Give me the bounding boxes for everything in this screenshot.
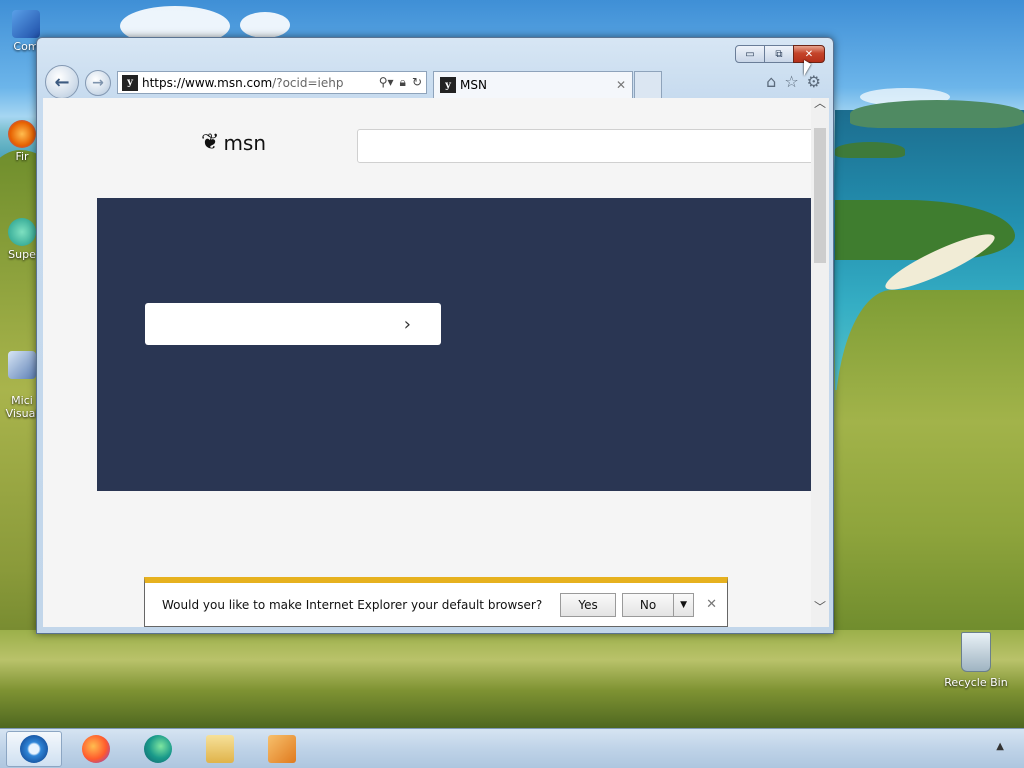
taskbar-firefox[interactable]	[68, 731, 124, 767]
home-icon[interactable]: ⌂	[766, 72, 776, 91]
super-icon	[8, 218, 36, 246]
minimize-button[interactable]: ▭	[735, 45, 765, 63]
taskbar-internet-explorer[interactable]	[6, 731, 62, 767]
folder-icon	[206, 735, 234, 763]
taskbar-edge[interactable]	[130, 731, 186, 767]
visual-studio-icon	[8, 351, 36, 379]
back-arrow-icon: ←	[54, 71, 70, 93]
recycle-bin-icon	[961, 632, 991, 672]
firefox-icon	[8, 120, 36, 148]
tab-msn[interactable]: y MSN ✕	[433, 71, 633, 98]
back-button[interactable]: ←	[45, 65, 79, 99]
desktop-icon-label: Mici Visual	[5, 394, 39, 420]
computer-icon	[12, 10, 40, 38]
chevron-right-icon: ›	[403, 313, 411, 335]
msn-logo-text: msn	[223, 130, 267, 155]
search-input[interactable]	[357, 129, 811, 163]
taskbar-media-player[interactable]	[254, 731, 310, 767]
default-browser-notification: Would you like to make Internet Explorer…	[144, 577, 728, 627]
firefox-icon	[82, 735, 110, 763]
page-content: ❦ msn › Would you like to make Internet …	[43, 98, 811, 627]
refresh-icon[interactable]: ↻	[412, 75, 422, 90]
favorites-star-icon[interactable]: ☆	[784, 72, 798, 91]
notification-message: Would you like to make Internet Explorer…	[162, 597, 543, 612]
forward-button[interactable]: →	[85, 70, 111, 96]
url-host: https://www.msn.com	[142, 75, 273, 90]
desktop-icon-label: Fir	[15, 150, 29, 163]
tray-expand-icon[interactable]: ▲	[996, 741, 1004, 752]
address-bar[interactable]: y https://www.msn.com /?ocid=iehp ⚲▾ 🔒︎ …	[117, 71, 427, 94]
tab-title: MSN	[460, 78, 487, 92]
msn-favicon-icon: y	[440, 77, 456, 93]
taskbar-file-explorer[interactable]	[192, 731, 248, 767]
forward-arrow-icon: →	[92, 75, 104, 91]
browser-toolbar: ⌂ ☆ ⚙	[766, 72, 821, 91]
url-path: /?ocid=iehp	[272, 75, 344, 90]
scroll-thumb[interactable]	[814, 128, 826, 263]
msn-logo[interactable]: ❦ msn	[201, 130, 266, 155]
mouse-cursor	[804, 60, 811, 76]
address-bar-icons: ⚲▾ 🔒︎ ↻	[379, 75, 422, 90]
yes-button[interactable]: Yes	[560, 592, 617, 617]
desktop-icon-label: Supe	[8, 248, 36, 261]
recycle-bin-label: Recycle Bin	[944, 676, 1008, 689]
search-icon[interactable]: ⚲▾	[379, 75, 394, 90]
vertical-scrollbar[interactable]: ︿ ﹀	[811, 96, 829, 627]
hero-banner: ›	[97, 198, 811, 491]
scroll-up-icon[interactable]: ︿	[814, 94, 826, 111]
taskbar: ▲	[0, 728, 1024, 768]
hero-action-button[interactable]: ›	[145, 303, 441, 345]
internet-explorer-icon	[20, 735, 48, 763]
no-button[interactable]: No	[622, 592, 675, 617]
media-player-icon	[268, 735, 296, 763]
no-dropdown-button[interactable]: ▼	[674, 592, 695, 617]
lock-icon[interactable]: 🔒︎	[400, 75, 406, 90]
notification-close-icon[interactable]: ✕	[706, 597, 717, 612]
tab-close-icon[interactable]: ✕	[616, 78, 626, 92]
desktop-icon-label: Com	[13, 40, 39, 53]
msn-favicon-icon: y	[122, 74, 138, 91]
scroll-down-icon[interactable]: ﹀	[814, 598, 826, 615]
msn-butterfly-icon: ❦	[201, 130, 220, 155]
internet-explorer-window: ▭ ⧉ ✕ ← → y https://www.msn.com /?ocid=i…	[36, 37, 834, 634]
restore-button[interactable]: ⧉	[764, 45, 794, 63]
new-tab-button[interactable]	[634, 71, 662, 98]
window-controls: ▭ ⧉ ✕	[735, 45, 825, 63]
edge-icon	[144, 735, 172, 763]
recycle-bin-desktop-icon[interactable]: Recycle Bin	[944, 632, 1008, 689]
